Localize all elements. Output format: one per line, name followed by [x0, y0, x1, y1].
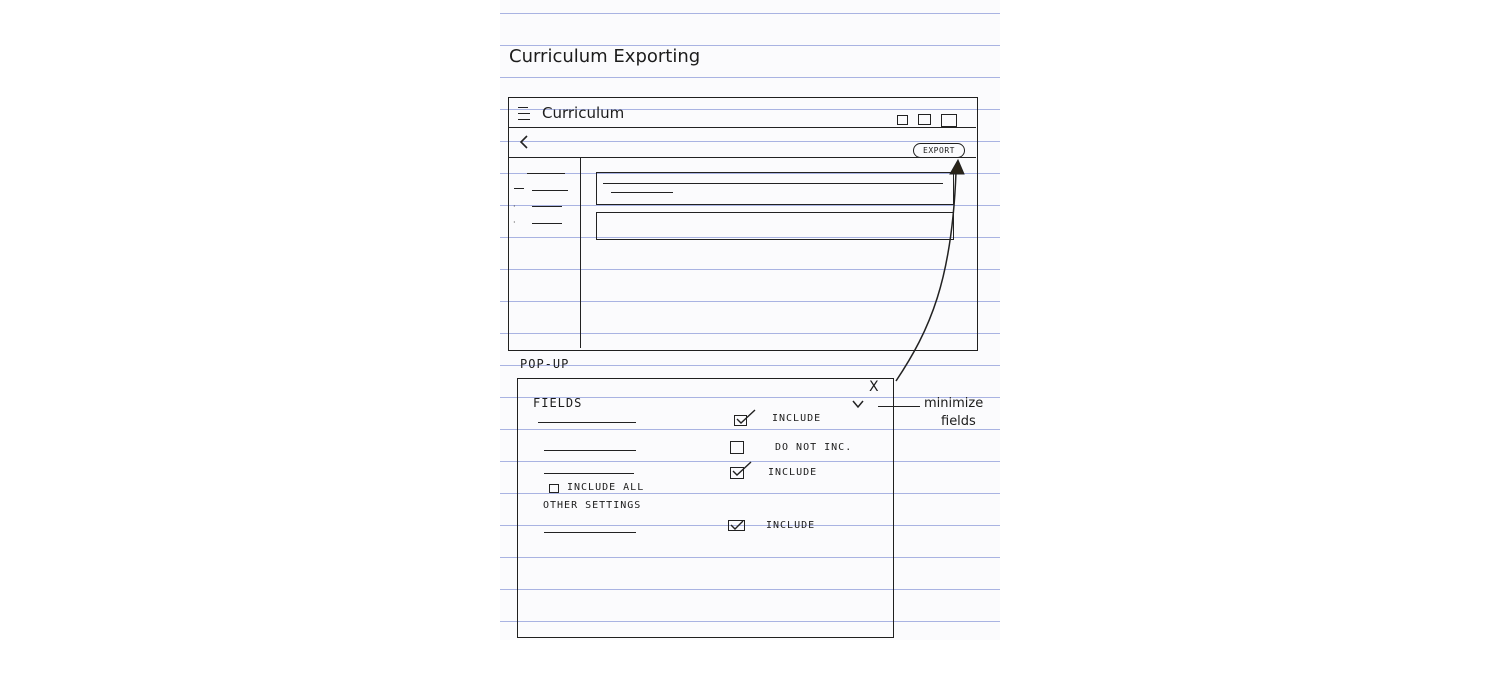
- notebook-page: Curriculum Exporting Curriculum EXPORT ·…: [500, 0, 1000, 640]
- flow-arrow: [895, 158, 965, 382]
